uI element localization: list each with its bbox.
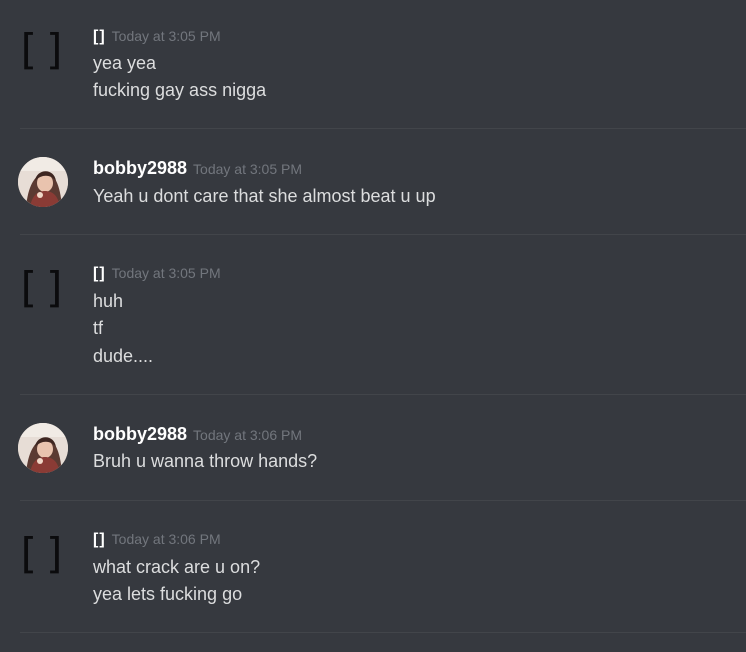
avatar[interactable]: [] bbox=[15, 266, 69, 310]
username[interactable]: bobby2988 bbox=[93, 158, 187, 178]
message-divider bbox=[20, 394, 746, 395]
avatar[interactable] bbox=[18, 157, 68, 207]
timestamp: Today at 3:05 PM bbox=[111, 28, 221, 44]
username[interactable]: [] bbox=[93, 28, 106, 45]
message-text: tf bbox=[93, 318, 104, 338]
message-text: dude.... bbox=[93, 346, 154, 366]
message-text: yea yea bbox=[93, 53, 157, 73]
timestamp: Today at 3:05 PM bbox=[193, 161, 302, 177]
message-text: huh bbox=[93, 291, 124, 311]
message-text: Bruh u wanna throw hands? bbox=[93, 451, 318, 471]
avatar-photo-icon bbox=[18, 423, 68, 473]
message-divider bbox=[20, 234, 746, 235]
username[interactable]: [] bbox=[93, 531, 106, 548]
timestamp: Today at 3:05 PM bbox=[111, 265, 221, 281]
message-header: bobby2988 Today at 3:06 PM bbox=[93, 424, 302, 444]
message-divider bbox=[20, 128, 746, 129]
message-divider bbox=[20, 632, 746, 633]
message-text: what crack are u on? bbox=[93, 557, 261, 577]
message-text: yea lets fucking go bbox=[93, 584, 243, 604]
chat-messages: [] [] Today at 3:05 PM yea yea fucking ga… bbox=[0, 0, 746, 652]
avatar[interactable] bbox=[18, 423, 68, 473]
username[interactable]: bobby2988 bbox=[93, 424, 187, 444]
timestamp: Today at 3:06 PM bbox=[193, 427, 302, 443]
avatar[interactable]: [] bbox=[15, 28, 69, 72]
avatar-photo-icon bbox=[18, 157, 68, 207]
message-header: bobby2988 Today at 3:05 PM bbox=[93, 158, 302, 178]
message-header: [] Today at 3:06 PM bbox=[93, 531, 221, 551]
message-text: Yeah u dont care that she almost beat u … bbox=[93, 186, 436, 206]
message-divider bbox=[20, 500, 746, 501]
message-header: [] Today at 3:05 PM bbox=[93, 28, 221, 48]
username[interactable]: [] bbox=[93, 265, 106, 282]
message-header: [] Today at 3:05 PM bbox=[93, 265, 221, 285]
message-text: fucking gay ass nigga bbox=[93, 80, 267, 100]
avatar[interactable]: [] bbox=[15, 532, 69, 576]
timestamp: Today at 3:06 PM bbox=[111, 531, 221, 547]
